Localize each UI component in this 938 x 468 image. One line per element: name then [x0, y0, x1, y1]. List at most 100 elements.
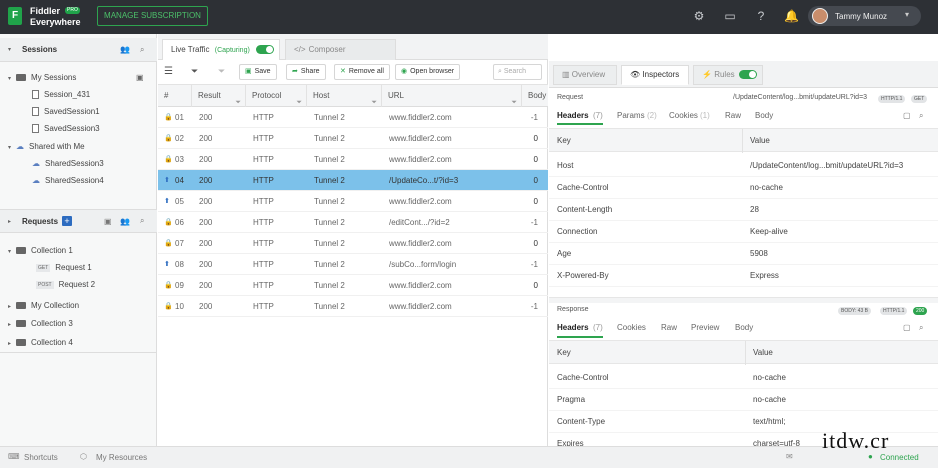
table-row[interactable]: 🔒 06 200 HTTP Tunnel 2/editCont.../?id=2 -1	[158, 212, 548, 233]
subtab-raw[interactable]: Raw	[725, 111, 741, 120]
subtab-cookies[interactable]: Cookies	[669, 111, 698, 120]
column-header[interactable]: Protocol ⏷	[246, 85, 307, 107]
header-row[interactable]: Connection Keep-alive	[549, 221, 938, 243]
collection-item[interactable]: ▸ My Collection	[8, 297, 79, 314]
table-row[interactable]: 🔒 03 200 HTTP Tunnel 2 www.fiddler2.com 0	[158, 149, 548, 170]
filter-icon[interactable]: ⏷	[191, 66, 198, 77]
cloud-icon: ☁	[32, 159, 40, 168]
team-icon[interactable]: 👥	[120, 45, 130, 54]
tree-my-sessions[interactable]: ▾ My Sessions ▣	[8, 69, 153, 86]
table-row[interactable]: 🔒 01 200 HTTP Tunnel 2 www.fiddler2.com -1	[158, 107, 548, 128]
column-header[interactable]: #	[158, 85, 192, 107]
subtab-params[interactable]: Params	[617, 111, 645, 120]
collection-item[interactable]: ▾ Collection 1	[8, 242, 73, 259]
subtab-body[interactable]: Body	[735, 323, 753, 332]
table-row[interactable]: 🔒 07 200 HTTP Tunnel 2 www.fiddler2.com 0	[158, 233, 548, 254]
window-layout-icon[interactable]: ▭	[723, 9, 737, 23]
resources-icon[interactable]: ⬡	[80, 452, 87, 461]
search-icon[interactable]: ⌕	[140, 216, 144, 226]
subtab-raw[interactable]: Raw	[661, 323, 677, 332]
tab-inspectors[interactable]: 👁 Inspectors	[621, 65, 689, 85]
active-subtab-indicator	[557, 123, 603, 125]
copy-icon[interactable]: ▢	[903, 323, 911, 332]
tree-shared-with-me[interactable]: ▾ ☁ Shared with Me	[8, 138, 85, 155]
tab-live-traffic[interactable]: Live Traffic (Capturing)	[162, 39, 280, 60]
table-row[interactable]: ⬆ 04 200 HTTP Tunnel 2/UpdateCo...t/?id=3 0	[158, 170, 548, 191]
tab-composer[interactable]: </> Composer	[285, 39, 396, 60]
help-icon[interactable]: ?	[754, 9, 768, 23]
header-row[interactable]: X-Powered-By Express	[549, 265, 938, 287]
manage-subscription-button[interactable]: MANAGE SUBSCRIPTION	[97, 6, 208, 26]
collection-item[interactable]: ▸ Collection 4	[8, 334, 73, 351]
table-row[interactable]: ⬆ 05 200 HTTP Tunnel 2 www.fiddler2.com 0	[158, 191, 548, 212]
menu-icon[interactable]: ☰	[164, 66, 173, 77]
subtab-headers[interactable]: Headers	[557, 111, 589, 120]
header-row[interactable]: Cache-Control no-cache	[549, 177, 938, 199]
header-row[interactable]: Cache-Control no-cache	[549, 367, 938, 389]
notifications-bell-icon[interactable]: 🔔	[784, 9, 799, 23]
column-header[interactable]: Host ⏷	[307, 85, 382, 107]
save-button[interactable]: ▣ Save	[239, 64, 277, 80]
session-item[interactable]: SavedSession1	[32, 103, 100, 120]
subtab-preview[interactable]: Preview	[691, 323, 719, 332]
table-row[interactable]: 🔒 10 200 HTTP Tunnel 2 www.fiddler2.com -1	[158, 296, 548, 317]
session-item[interactable]: Session_431	[32, 86, 90, 103]
shared-session-item[interactable]: ☁ SharedSession3	[32, 155, 104, 172]
header-row[interactable]: Host/UpdateContent/log...bmit/updateURL?…	[549, 155, 938, 177]
subtab-body[interactable]: Body	[755, 111, 773, 120]
search-icon[interactable]: ⌕	[919, 111, 923, 121]
capture-toggle[interactable]	[256, 45, 275, 55]
tab-overview[interactable]: ▥ Overview	[553, 65, 617, 85]
user-name[interactable]: Tammy Munoz	[835, 12, 887, 21]
subtab-cookies[interactable]: Cookies	[617, 323, 646, 332]
remove-all-button[interactable]: ✕ Remove all	[334, 64, 390, 80]
cell-num: 06	[175, 218, 184, 227]
keyboard-icon[interactable]: ⌨	[8, 452, 20, 461]
add-request-icon[interactable]: +	[62, 216, 73, 226]
header-row[interactable]: Content-Length 28	[549, 199, 938, 221]
settings-gear-icon[interactable]: ⚙	[692, 9, 706, 23]
table-row[interactable]: 🔒 02 200 HTTP Tunnel 2 www.fiddler2.com 0	[158, 128, 548, 149]
app-name-line2: Everywhere	[30, 17, 81, 27]
connection-status: Connected	[880, 453, 919, 462]
column-header[interactable]: Result ⏷	[192, 85, 246, 107]
header-key: Content-Type	[557, 417, 606, 426]
copy-icon[interactable]: ▢	[903, 111, 911, 120]
mail-icon[interactable]: ✉	[786, 452, 793, 461]
search-icon[interactable]: ⌕	[140, 45, 144, 55]
session-item[interactable]: SavedSession3	[32, 120, 100, 137]
expand-caret-icon[interactable]: ▸	[8, 218, 16, 225]
table-row[interactable]: 🔒 09 200 HTTP Tunnel 2 www.fiddler2.com 0	[158, 275, 548, 296]
share-button[interactable]: ➦ Share	[286, 64, 326, 80]
sessions-header[interactable]: ▾ Sessions 👥 ⌕	[0, 38, 157, 62]
resources-link[interactable]: My Resources	[96, 453, 147, 462]
requests-header[interactable]: ▸ Requests + ▣ 👥 ⌕	[0, 209, 157, 233]
cell-protocol: HTTP	[253, 239, 274, 248]
shared-session-item[interactable]: ☁ SharedSession4	[32, 172, 104, 189]
avatar[interactable]	[812, 8, 828, 24]
open-browser-button[interactable]: ◉ Open browser	[395, 64, 461, 80]
header-row[interactable]: Age 5908	[549, 243, 938, 265]
team-icon[interactable]: 👥	[120, 217, 130, 226]
add-folder-icon[interactable]: ▣	[104, 217, 112, 226]
shortcuts-link[interactable]: Shortcuts	[24, 453, 58, 462]
rules-toggle[interactable]	[738, 70, 757, 80]
cell-host: Tunnel 2	[314, 302, 345, 311]
column-header[interactable]: URL ⏷	[382, 85, 522, 107]
header-row[interactable]: Pragma no-cache	[549, 389, 938, 411]
search-input[interactable]: ⌕ Search	[493, 64, 542, 80]
search-icon[interactable]: ⌕	[919, 323, 923, 333]
chevron-down-icon[interactable]: ▾	[905, 10, 909, 19]
tab-rules[interactable]: ⚡ Rules	[693, 65, 763, 85]
column-header[interactable]: Body	[522, 85, 548, 107]
add-folder-icon[interactable]: ▣	[136, 69, 144, 86]
request-item[interactable]: POST Request 2	[36, 276, 95, 293]
subtab-headers[interactable]: Headers	[557, 323, 589, 332]
splitter[interactable]	[549, 297, 938, 303]
table-row[interactable]: ⬆ 08 200 HTTP Tunnel 2/subCo...form/login -1	[158, 254, 548, 275]
collapse-caret-icon[interactable]: ▾	[8, 46, 16, 53]
clear-filter-icon[interactable]: ⏷	[218, 66, 225, 77]
session-label: SavedSession1	[44, 107, 100, 116]
request-item[interactable]: GET Request 1	[36, 259, 92, 276]
collection-item[interactable]: ▸ Collection 3	[8, 315, 73, 332]
